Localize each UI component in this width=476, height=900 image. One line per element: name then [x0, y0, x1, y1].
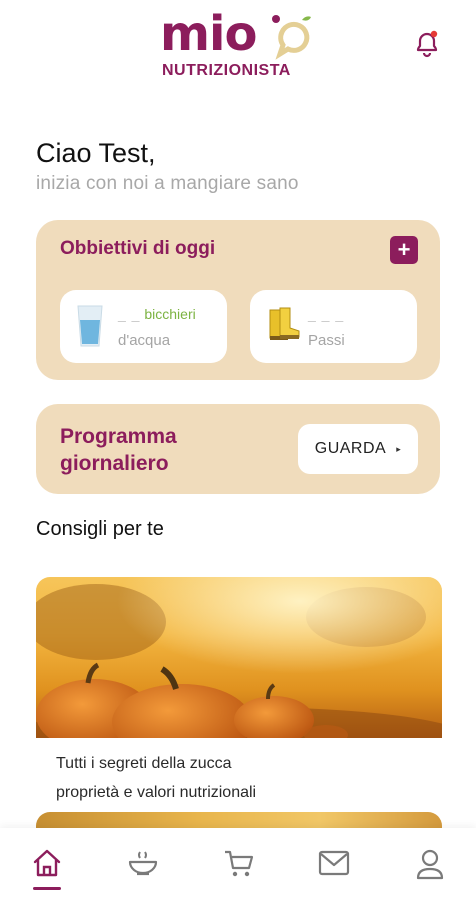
nav-meals[interactable]	[125, 848, 161, 884]
home-screen: mio NUTRIZIONISTA Ciao Test, inizia con …	[0, 0, 476, 900]
bell-icon	[416, 30, 438, 58]
greeting-subtitle: inizia con noi a mangiare sano	[36, 173, 299, 194]
advice-section-title: Consigli per te	[36, 518, 164, 540]
arrow-right-icon: ▸	[396, 443, 402, 454]
article-subtitle: proprietà e valori nutrizionali	[56, 784, 257, 801]
add-goal-button[interactable]: +	[390, 236, 418, 264]
mail-icon	[318, 850, 350, 876]
daily-program-card: Programma giornaliero GUARDA ▸	[36, 404, 440, 494]
bowl-icon	[128, 851, 158, 876]
water-goal-label: d'acqua	[118, 332, 171, 349]
program-title: Programma giornaliero	[60, 425, 177, 475]
view-program-button[interactable]: GUARDA ▸	[298, 424, 418, 474]
steps-goal-value: _ _ _	[308, 306, 345, 322]
nav-active-indicator	[33, 887, 61, 890]
nav-profile[interactable]	[412, 848, 448, 884]
goals-title: Obbiettivi di oggi	[60, 238, 216, 259]
water-goal-tile[interactable]: _ _ bicchieri d'acqua	[60, 290, 227, 363]
cart-icon	[225, 850, 254, 877]
water-glass-icon	[77, 305, 103, 347]
view-program-label: GUARDA	[314, 440, 387, 457]
article-caption: Tutti i segreti della zucca proprietà e …	[56, 749, 256, 805]
daily-goals-card: Obbiettivi di oggi + _ _ bicchieri d'acq…	[36, 220, 440, 380]
pumpkins-photo	[36, 577, 442, 738]
home-icon	[33, 849, 61, 877]
steps-goal-tile[interactable]: _ _ _ Passi	[250, 290, 417, 363]
nav-shopping[interactable]	[221, 848, 257, 884]
bottom-navigation	[0, 828, 476, 900]
nav-home[interactable]	[29, 848, 65, 884]
steps-goal-label: Passi	[308, 332, 345, 349]
nav-messages[interactable]	[316, 848, 352, 884]
boots-icon	[269, 307, 300, 340]
logo-bubble-icon	[272, 15, 311, 60]
greeting-title: Ciao Test,	[36, 138, 156, 168]
logo-subtitle: NUTRIZIONISTA	[162, 62, 291, 79]
app-logo: mio NUTRIZIONISTA	[160, 6, 320, 86]
profile-icon	[416, 849, 444, 880]
article-title: Tutti i segreti della zucca	[56, 755, 232, 772]
water-goal-value: _ _ bicchieri	[118, 306, 196, 322]
logo-word: mio	[160, 6, 257, 62]
notifications-button[interactable]	[412, 28, 442, 60]
article-card[interactable]: Tutti i segreti della zucca proprietà e …	[36, 577, 442, 805]
